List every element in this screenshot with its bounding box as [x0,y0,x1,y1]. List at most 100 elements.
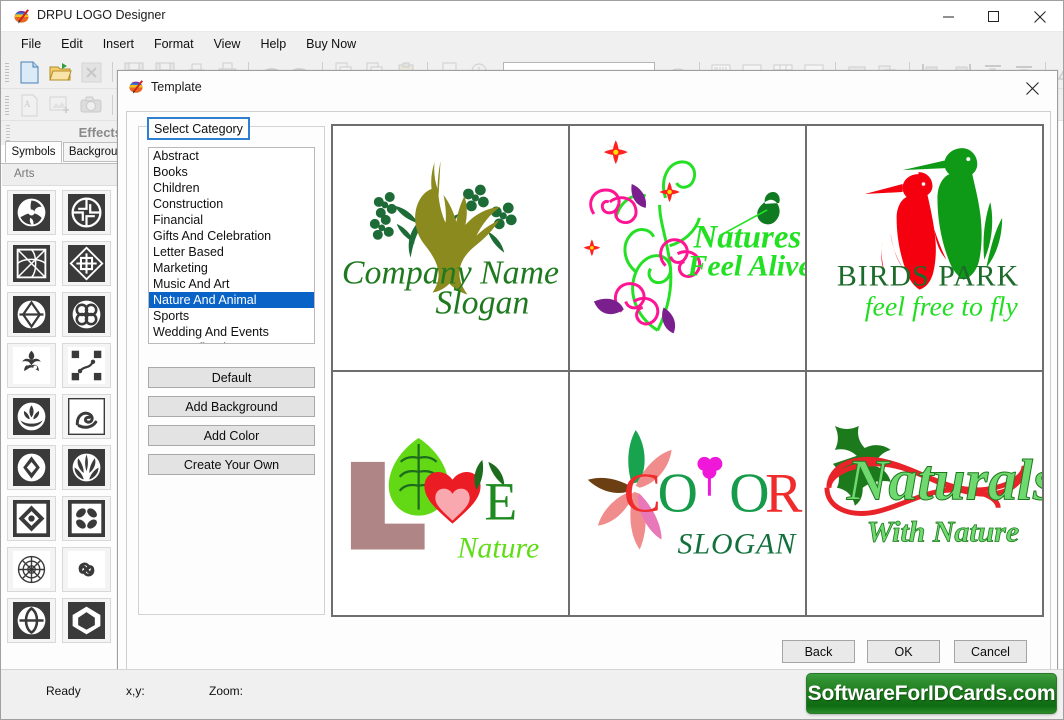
symbol-grid [7,190,119,643]
symbol-item[interactable] [62,190,111,235]
close-document-icon [77,59,105,85]
drpu-logo-icon [128,79,144,95]
template-primary-text: BIRDS PARK [837,260,1019,293]
template-thumbnail-birds-park[interactable]: BIRDS PARK feel free to fly [807,126,1042,370]
watermark-text: SoftwareForIDCards.com [807,681,1056,705]
dialog-footer: Back OK Cancel [127,640,1050,664]
ok-button[interactable]: OK [867,640,940,663]
minimize-icon[interactable] [926,1,971,32]
dialog-title: Template [151,80,202,94]
template-secondary-text: Nature [456,531,539,564]
toolbar-grip-secondary[interactable] [5,96,9,116]
symbol-item[interactable] [7,547,56,592]
effects-label: Effects [78,125,122,140]
symbol-item[interactable] [62,241,111,286]
symbol-item[interactable] [62,292,111,337]
menu-item-view[interactable]: View [204,34,251,54]
select-category-legend[interactable]: Select Category [147,117,250,140]
category-item-sports[interactable]: Sports [149,308,314,324]
dialog-title-bar: Template [118,71,1057,104]
create-your-own-button[interactable]: Create Your Own [148,454,315,475]
symbol-item[interactable] [7,343,56,388]
insert-text-icon: A [15,92,43,118]
birds-park-artwork: BIRDS PARK feel free to fly [837,148,1019,322]
category-item-children[interactable]: Children [149,180,314,196]
category-item-financial[interactable]: Financial [149,212,314,228]
symbol-item[interactable] [7,394,56,439]
symbol-item[interactable] [7,190,56,235]
love-nature-artwork: E Nature [350,437,539,564]
template-thumbnail-naturals[interactable]: Naturals With Nature [807,371,1042,615]
heart-letter-v [424,471,481,524]
menu-item-help[interactable]: Help [250,34,296,54]
menu-item-insert[interactable]: Insert [93,34,144,54]
category-item-wedding-and-events[interactable]: Wedding And Events [149,324,314,340]
watermark-badge: SoftwareForIDCards.com [806,673,1057,714]
symbol-item[interactable] [62,547,111,592]
template-thumbnail-love-nature[interactable]: E Nature [333,371,568,615]
category-item-construction[interactable]: Construction [149,196,314,212]
template-grid: Company Name Slogan Natures Feel Alive B… [331,124,1044,617]
svg-text:A: A [24,99,31,109]
status-bar: Ready x,y: Zoom: SoftwareForIDCards.com [1,669,1063,719]
menu-item-edit[interactable]: Edit [51,34,93,54]
symbol-item[interactable] [7,241,56,286]
template-thumbnail-company-name-eagle[interactable]: Company Name Slogan [333,126,568,370]
symbol-item[interactable] [62,394,111,439]
symbol-item[interactable] [62,445,111,490]
color-letter-c: C [624,462,661,524]
left-panel-tabstrip: Symbols Background [1,141,136,163]
status-coordinates-label: x,y: [126,684,145,698]
symbol-item[interactable] [7,598,56,643]
symbol-item[interactable] [7,292,56,337]
new-document-icon[interactable] [15,59,43,85]
category-item-letter-based[interactable]: Letter Based [149,244,314,260]
company-name-eagle-artwork: Company Name Slogan [342,161,559,321]
category-item-user-defined[interactable]: User Defined [149,340,314,343]
effects-grip[interactable] [6,125,10,141]
select-category-group: Select Category Abstract Books Children … [138,117,325,615]
open-folder-icon[interactable] [46,59,74,85]
arts-group-header[interactable]: Arts [2,164,120,186]
template-secondary-text: Slogan [435,284,529,321]
category-item-marketing[interactable]: Marketing [149,260,314,276]
add-background-button[interactable]: Add Background [148,396,315,417]
template-thumbnail-color-slogan[interactable]: C O O R SLOGAN [570,371,805,615]
category-item-abstract[interactable]: Abstract [149,148,314,164]
symbol-item[interactable] [62,343,111,388]
menu-item-file[interactable]: File [11,34,51,54]
menu-item-format[interactable]: Format [144,34,204,54]
template-secondary-text: feel free to fly [865,291,1019,322]
dialog-content: Select Category Abstract Books Children … [126,111,1051,675]
symbol-item[interactable] [7,445,56,490]
template-letter-e: E [484,471,517,531]
template-thumbnail-natures-feel-alive[interactable]: Natures Feel Alive [570,126,805,370]
back-button[interactable]: Back [782,640,855,663]
category-item-nature-and-animal[interactable]: Nature And Animal [149,292,314,308]
category-item-music-and-art[interactable]: Music And Art [149,276,314,292]
color-letter-r: R [765,462,803,524]
template-secondary-text: With Nature [867,515,1019,548]
menu-item-buy-now[interactable]: Buy Now [296,34,366,54]
tab-symbols[interactable]: Symbols [5,141,62,163]
symbol-item[interactable] [62,496,111,541]
symbol-item[interactable] [7,496,56,541]
add-color-button[interactable]: Add Color [148,425,315,446]
category-item-books[interactable]: Books [149,164,314,180]
category-listbox[interactable]: Abstract Books Children Construction Fin… [148,147,315,344]
dialog-close-icon[interactable] [1013,75,1051,101]
category-item-gifts-and-celebration[interactable]: Gifts And Celebration [149,228,314,244]
toolbar-grip[interactable] [5,63,9,83]
camera-icon [77,92,105,118]
default-button[interactable]: Default [148,367,315,388]
close-icon[interactable] [1016,1,1063,32]
template-secondary-text: SLOGAN [678,527,798,560]
window-title-bar: DRPU LOGO Designer [1,1,1063,32]
window-controls [926,1,1063,32]
maximize-icon[interactable] [971,1,1016,32]
naturals-artwork: Naturals With Nature [824,425,1042,548]
insert-picture-icon [46,92,74,118]
symbol-item[interactable] [62,598,111,643]
color-letter-o1: O [658,462,698,524]
cancel-button[interactable]: Cancel [954,640,1027,663]
